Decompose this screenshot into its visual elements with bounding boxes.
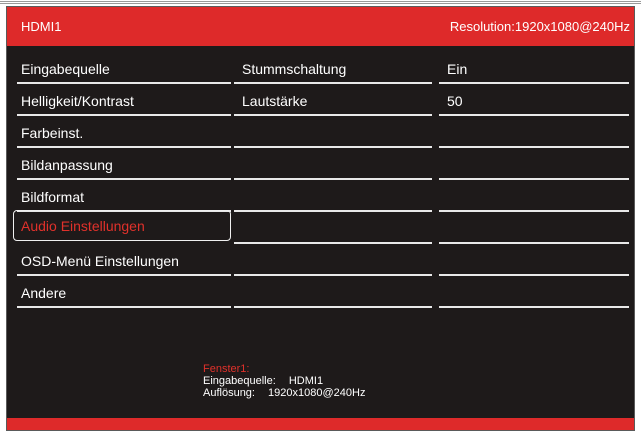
resolution-info: Auflösung: 1920x1080@240Hz [203,387,365,399]
value-divider [439,146,629,148]
submenu-item-lautstaerke[interactable]: Lautstärke [234,85,432,116]
submenu-divider [234,274,432,276]
value-divider [439,306,629,308]
submenu-divider [234,178,432,180]
value-divider [439,242,629,244]
menu-item-audio-einstellungen[interactable]: Audio Einstellungen [13,210,231,241]
menu-item-label: Bildformat [21,189,85,205]
value-divider [439,274,629,276]
value-divider [439,210,629,212]
menu-divider [17,306,231,308]
submenu-value-lautstaerke[interactable]: 50 [439,85,629,116]
value-divider [439,178,629,180]
submenu-divider [234,82,432,84]
submenu-item-empty [234,213,432,244]
menu-item-label: Bildanpassung [21,157,113,173]
submenu-item-label: Lautstärke [242,93,308,109]
menu-item-farbeinst[interactable]: Farbeinst. [13,117,231,148]
resolution-info-value: 1920x1080@240Hz [268,387,366,399]
top-line-1 [0,1,641,2]
menu-item-helligkeit-kontrast[interactable]: Helligkeit/Kontrast [13,85,231,116]
submenu-item-empty [234,245,432,276]
submenu-value-empty [439,117,629,148]
menu-item-bildanpassung[interactable]: Bildanpassung [13,149,231,180]
input-source-info-value: HDMI1 [288,375,324,387]
menu-item-label: Farbeinst. [21,125,84,141]
menu-divider [17,178,231,180]
submenu-value-empty [439,245,629,276]
submenu-item-empty [234,149,432,180]
menu-item-label: Audio Einstellungen [21,218,145,234]
menu-item-label: Andere [21,285,67,301]
submenu-value-empty [439,181,629,212]
submenu-divider [234,114,432,116]
input-source-info: Eingabequelle: HDMI1 [203,375,365,387]
input-source-info-label: Eingabequelle: [203,375,276,387]
submenu-value-stummschaltung[interactable]: Ein [439,53,629,84]
input-source-label: HDMI1 [21,19,62,34]
menu-divider [17,146,231,148]
value-divider [439,114,629,116]
value-divider [439,82,629,84]
submenu-item-empty [234,277,432,308]
osd-bottom-bar [7,418,634,430]
menu-divider [17,274,231,276]
osd-title-bar: HDMI1 Resolution:1920x1080@240Hz [7,7,634,46]
resolution-info-label: Auflösung: [203,387,255,399]
submenu-value-empty [439,149,629,180]
submenu-item-stummschaltung[interactable]: Stummschaltung [234,53,432,84]
submenu-value-label: 50 [447,93,463,109]
submenu-divider [234,306,432,308]
menu-item-label: Eingabequelle [21,61,110,77]
window-info-panel: Fenster1: Eingabequelle: HDMI1 Auflösung… [203,363,365,399]
window-info-title: Fenster1: [203,363,250,375]
submenu-item-label: Stummschaltung [242,61,347,77]
submenu-divider [234,210,432,212]
menu-item-osd-menue-einstellungen[interactable]: OSD-Menü Einstellungen [13,245,231,276]
submenu-item-empty [234,117,432,148]
submenu-value-empty [439,213,629,244]
top-line-2 [0,3,641,4]
submenu-value-label: Ein [447,61,468,77]
osd-window: HDMI1 Resolution:1920x1080@240Hz Eingabe… [6,6,635,431]
menu-item-label: Helligkeit/Kontrast [21,93,134,109]
submenu-divider [234,242,432,244]
menu-divider [17,82,231,84]
resolution-label: Resolution:1920x1080@240Hz [449,19,630,34]
menu-item-label: OSD-Menü Einstellungen [21,253,179,269]
menu-item-eingabequelle[interactable]: Eingabequelle [13,53,231,84]
submenu-item-empty [234,181,432,212]
menu-item-andere[interactable]: Andere [13,277,231,308]
submenu-divider [234,146,432,148]
menu-divider [17,114,231,116]
submenu-value-empty [439,277,629,308]
menu-item-bildformat[interactable]: Bildformat [13,181,231,212]
